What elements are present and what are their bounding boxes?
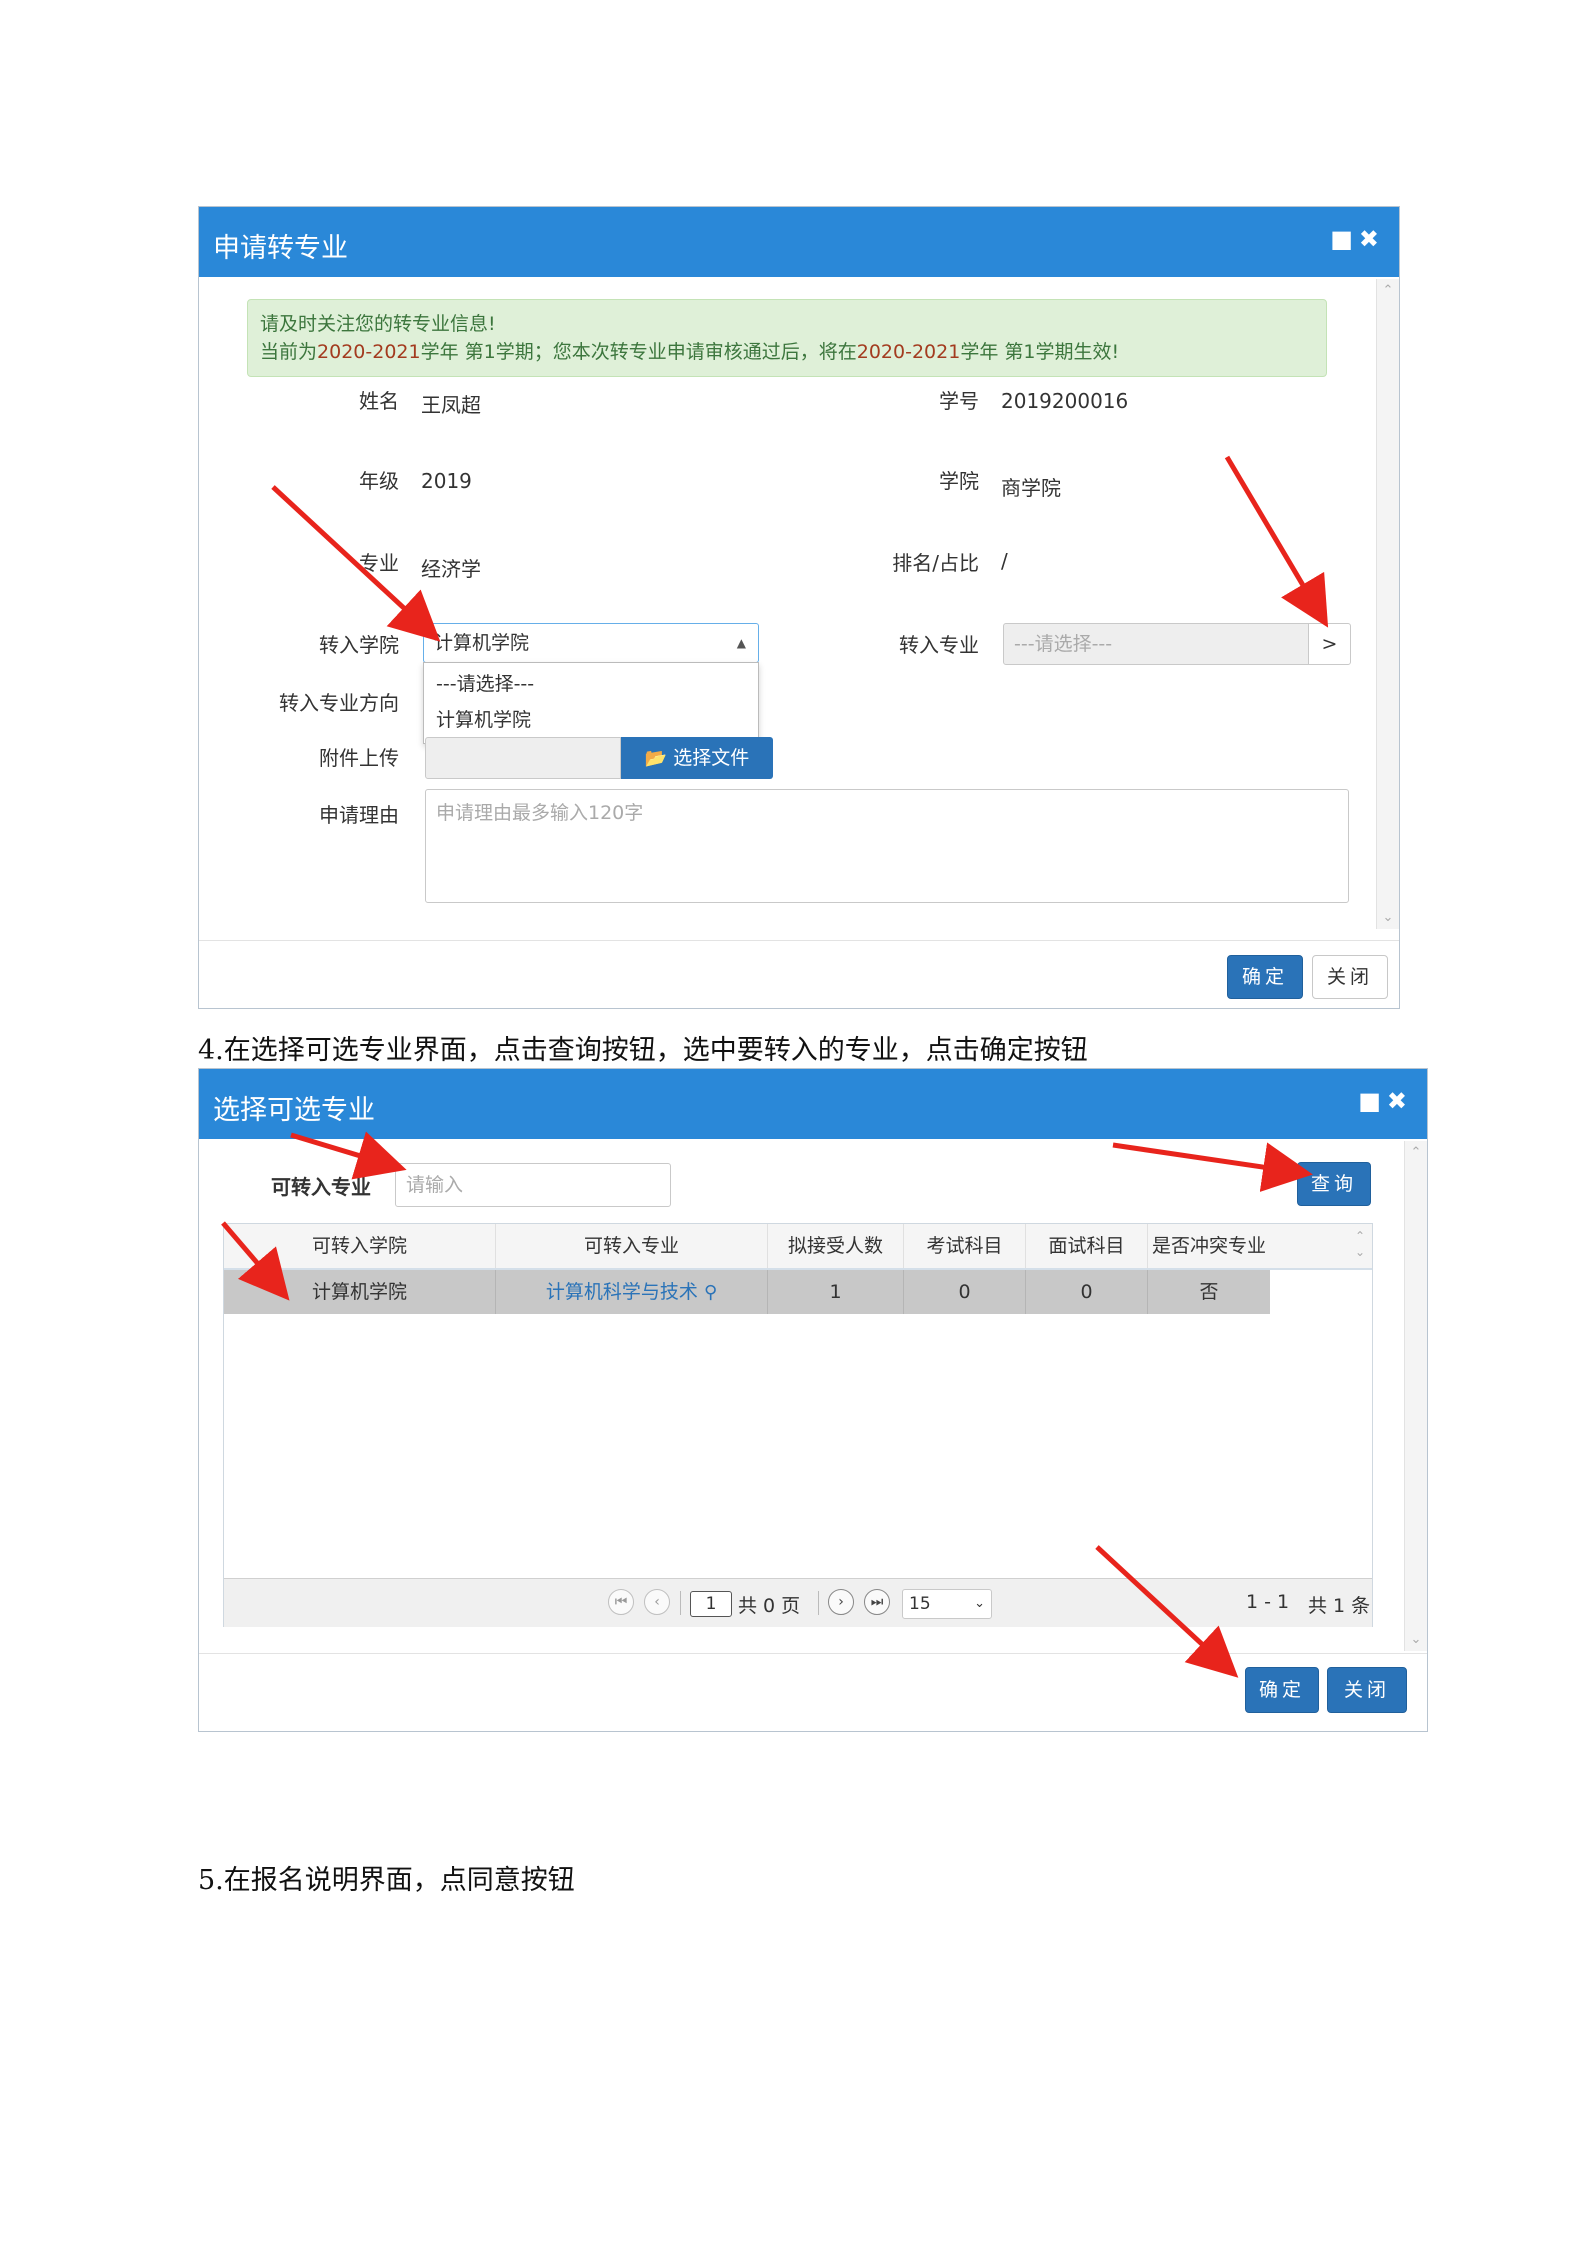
arrow-to-search-input bbox=[290, 1131, 407, 1180]
arrow-to-transfer-college bbox=[271, 485, 441, 642]
step-4-caption: 4.在选择可选专业界面，点击查询按钮，选中要转入的专业，点击确定按钮 bbox=[198, 1035, 1088, 1066]
arrow-to-choose-major bbox=[1224, 455, 1329, 628]
arrow-to-selected-row bbox=[221, 1221, 290, 1301]
annotation-arrows-2 bbox=[221, 1131, 1313, 1678]
arrow-to-query-button bbox=[1112, 1142, 1313, 1192]
annotation-arrows bbox=[271, 455, 1329, 642]
step-5-caption: 5.在报名说明界面，点同意按钮 bbox=[198, 1865, 575, 1896]
transfer-application-dialog: 申请转专业 ■✖ ⌃ ⌄ 请及时关注您的转专业信息! 当前为2020-2021学… bbox=[198, 206, 1400, 1009]
select-major-dialog: 选择可选专业 ■✖ ⌃ ⌄ 可转入专业 请输入 查询 可转入学院 可转入专业 拟… bbox=[198, 1068, 1428, 1732]
arrow-to-confirm-button bbox=[1095, 1545, 1239, 1678]
